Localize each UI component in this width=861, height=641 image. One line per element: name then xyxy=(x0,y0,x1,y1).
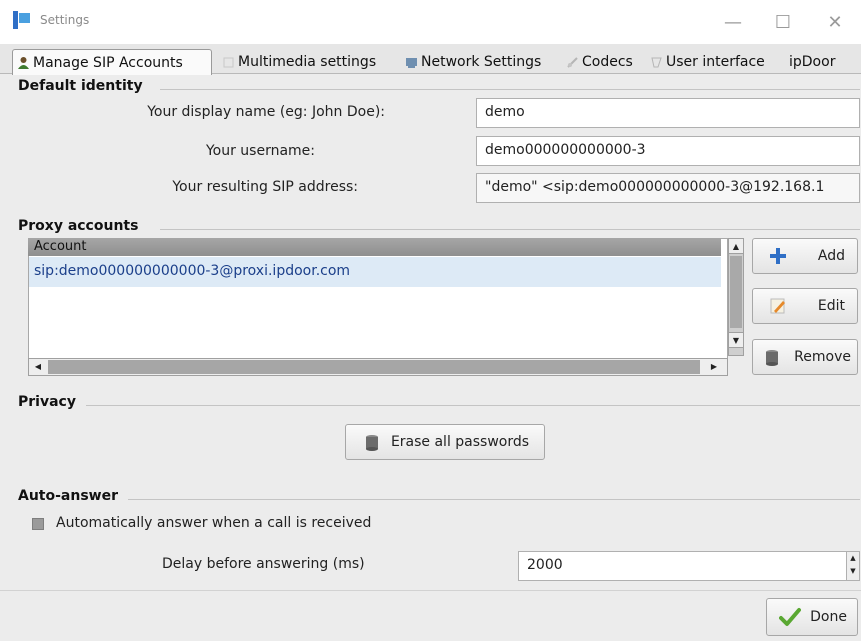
tab-manage-sip-accounts[interactable]: Manage SIP Accounts xyxy=(12,49,212,75)
plus-icon xyxy=(767,245,789,267)
erase-all-passwords-button[interactable]: Erase all passwords xyxy=(345,424,545,460)
multimedia-icon xyxy=(222,56,235,69)
username-input[interactable]: demo000000000000-3 xyxy=(476,136,860,166)
maximize-button[interactable]: ☐ xyxy=(760,6,806,38)
window-title: Settings xyxy=(40,13,90,27)
tab-label: ipDoor xyxy=(789,54,836,70)
tab-label: Multimedia settings xyxy=(238,54,377,70)
tab-label: Manage SIP Accounts xyxy=(33,54,183,71)
account-icon xyxy=(17,56,30,69)
table-row[interactable]: sip:demo000000000000-3@proxi.ipdoor.com xyxy=(29,257,721,287)
remove-account-button[interactable]: Remove xyxy=(752,339,858,375)
scroll-down-icon[interactable]: ▼ xyxy=(728,332,744,348)
tab-label: User interface xyxy=(666,54,765,70)
proxy-accounts-heading: Proxy accounts xyxy=(18,218,139,234)
close-button[interactable]: ✕ xyxy=(812,6,858,38)
sip-address-field: "demo" <sip:demo000000000000-3@192.168.1 xyxy=(476,173,860,203)
tab-multimedia-settings[interactable]: Multimedia settings xyxy=(218,50,380,74)
checkmark-icon xyxy=(779,606,801,628)
tab-codecs[interactable]: Codecs xyxy=(562,50,637,74)
tab-user-interface[interactable]: User interface xyxy=(646,50,769,74)
section-divider xyxy=(160,229,860,230)
add-account-button[interactable]: Add xyxy=(752,238,858,274)
auto-answer-checkbox-label[interactable]: Automatically answer when a call is rece… xyxy=(56,515,371,531)
tab-label: Network Settings xyxy=(421,54,542,70)
display-name-input[interactable]: demo xyxy=(476,98,860,128)
trash-can-icon xyxy=(361,431,383,453)
privacy-heading: Privacy xyxy=(18,394,76,410)
edit-button-label: Edit xyxy=(817,298,845,314)
minimize-button[interactable]: — xyxy=(710,6,756,38)
section-divider xyxy=(86,405,860,406)
remove-button-label: Remove xyxy=(794,349,851,365)
pencil-icon xyxy=(767,295,789,317)
scroll-right-icon[interactable]: ▶ xyxy=(706,359,722,375)
default-identity-heading: Default identity xyxy=(18,78,143,94)
spinbox-arrows-icon[interactable]: ▲ ▼ xyxy=(846,551,860,581)
display-name-label: Your display name (eg: John Doe): xyxy=(147,104,385,120)
done-button[interactable]: Done xyxy=(766,598,858,636)
account-column-header[interactable]: Account xyxy=(28,238,721,256)
sip-address-label: Your resulting SIP address: xyxy=(172,179,358,195)
tab-network-settings[interactable]: Network Settings xyxy=(401,50,545,74)
ui-icon xyxy=(650,56,663,69)
tab-label: Codecs xyxy=(582,54,633,70)
section-divider xyxy=(128,499,860,500)
auto-answer-heading: Auto-answer xyxy=(18,488,119,504)
tab-ipdoor[interactable]: ipDoor xyxy=(785,50,839,74)
app-icon xyxy=(12,10,32,30)
scroll-up-icon[interactable]: ▲ xyxy=(728,238,744,254)
username-label: Your username: xyxy=(205,143,315,159)
vertical-scroll-thumb[interactable] xyxy=(730,256,742,328)
footer-divider xyxy=(0,590,861,591)
auto-answer-checkbox[interactable] xyxy=(32,518,44,530)
add-button-label: Add xyxy=(817,248,845,264)
section-divider xyxy=(160,89,860,90)
horizontal-scroll-thumb[interactable] xyxy=(48,360,700,374)
edit-account-button[interactable]: Edit xyxy=(752,288,858,324)
codecs-icon xyxy=(566,56,579,69)
delay-label: Delay before answering (ms) xyxy=(162,556,365,572)
scroll-left-icon[interactable]: ◀ xyxy=(30,359,46,375)
erase-button-label: Erase all passwords xyxy=(390,434,530,450)
delay-spinbox[interactable]: 2000 xyxy=(518,551,848,581)
done-button-label: Done xyxy=(810,609,847,625)
trash-can-icon xyxy=(761,346,783,368)
network-icon xyxy=(405,56,418,69)
